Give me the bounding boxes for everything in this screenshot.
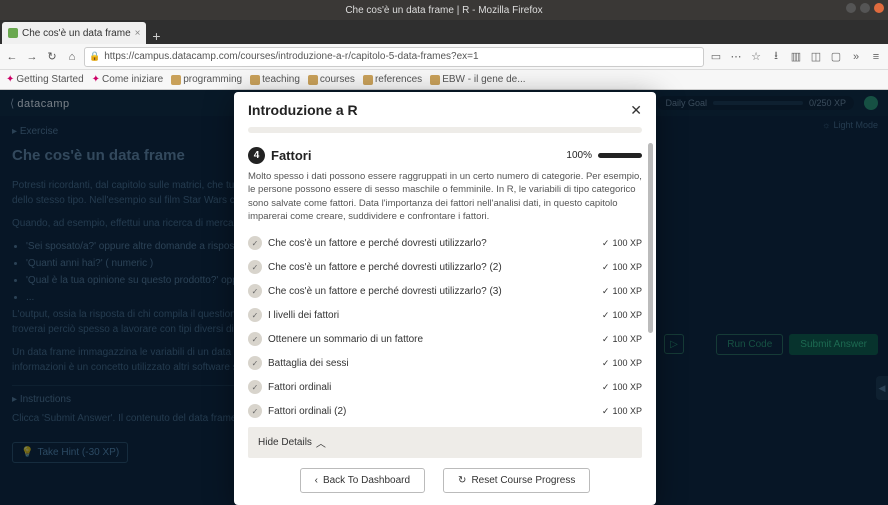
screenshot-icon[interactable]: ▢ xyxy=(828,49,844,65)
tab-title: Che cos'è un data frame xyxy=(22,28,131,39)
lesson-title: Ottenere un sommario di un fattore xyxy=(268,334,423,345)
browser-toolbar: ← → ↻ ⌂ 🔒 https://campus.datacamp.com/co… xyxy=(0,44,888,70)
modal-title: Introduzione a R xyxy=(248,102,358,118)
new-tab-button[interactable]: + xyxy=(146,28,166,44)
browser-tab-active[interactable]: Che cos'è un data frame × xyxy=(2,22,146,44)
done-icon: ✓ xyxy=(248,260,262,274)
bookmarks-bar: ✦Getting Started ✦Come iniziare programm… xyxy=(0,70,888,90)
bookmark-item[interactable]: teaching xyxy=(250,74,300,85)
done-icon: ✓ xyxy=(248,356,262,370)
lesson-xp: ✓100 XP xyxy=(602,334,642,345)
bookmark-item[interactable]: courses xyxy=(308,74,355,85)
library-icon[interactable]: ▥ xyxy=(788,49,804,65)
menu-icon[interactable]: ≡ xyxy=(868,49,884,65)
reset-course-button[interactable]: ↻ Reset Course Progress xyxy=(443,468,590,493)
section-desc: Molto spesso i dati possono essere raggr… xyxy=(248,170,642,223)
reload-button[interactable]: ↻ xyxy=(44,49,60,65)
chapter-badge: 4 xyxy=(248,147,265,164)
back-button[interactable]: ← xyxy=(4,49,20,65)
section-title: Fattori xyxy=(271,148,311,163)
lesson-title: Battaglia dei sessi xyxy=(268,358,349,369)
chevron-left-icon: ‹ xyxy=(315,475,318,486)
section-progress: 100% xyxy=(566,150,642,161)
lesson-xp: ✓100 XP xyxy=(602,262,642,273)
chevron-up-icon: ︿ xyxy=(316,435,326,450)
done-icon: ✓ xyxy=(248,332,262,346)
bookmark-item[interactable]: programming xyxy=(171,74,242,85)
lock-icon: 🔒 xyxy=(89,51,100,62)
lesson-row[interactable]: ✓ Che cos'è un fattore e perché dovresti … xyxy=(248,255,642,279)
lesson-title: Che cos'è un fattore e perché dovresti u… xyxy=(268,286,502,297)
overflow-icon[interactable]: » xyxy=(848,49,864,65)
lesson-xp: ✓100 XP xyxy=(602,406,642,417)
sidebar-icon[interactable]: ◫ xyxy=(808,49,824,65)
reset-icon: ↻ xyxy=(458,475,466,486)
lesson-row[interactable]: ✓ Che cos'è un fattore e perché dovresti … xyxy=(248,231,642,255)
page: ⟨ datacamp Daily Goal 0/250 XP ☼ Light M… xyxy=(0,90,888,505)
done-icon: ✓ xyxy=(248,236,262,250)
lesson-row[interactable]: ✓ Che cos'è un fattore e perché dovresti … xyxy=(248,279,642,303)
bookmark-item[interactable]: ✦Getting Started xyxy=(6,74,84,85)
lesson-xp: ✓100 XP xyxy=(602,310,642,321)
tab-close-icon[interactable]: × xyxy=(135,28,141,39)
reader-icon[interactable]: ▭ xyxy=(708,49,724,65)
home-button[interactable]: ⌂ xyxy=(64,49,80,65)
star-icon[interactable]: ☆ xyxy=(748,49,764,65)
url-text: https://campus.datacamp.com/courses/intr… xyxy=(104,51,478,62)
download-icon[interactable]: ⭳ xyxy=(768,49,784,65)
lesson-title: Fattori ordinali xyxy=(268,382,331,393)
lesson-xp: ✓100 XP xyxy=(602,238,642,249)
more-icon[interactable]: ⋯ xyxy=(728,49,744,65)
done-icon: ✓ xyxy=(248,308,262,322)
lesson-title: Fattori ordinali (2) xyxy=(268,406,346,417)
lesson-title: Che cos'è un fattore e perché dovresti u… xyxy=(268,238,487,249)
modal-body: 4 Fattori 100% Molto spesso i dati posso… xyxy=(234,141,656,421)
url-bar[interactable]: 🔒 https://campus.datacamp.com/courses/in… xyxy=(84,47,704,67)
lesson-row[interactable]: ✓ Ottenere un sommario di un fattore ✓100 … xyxy=(248,327,642,351)
window-maximize[interactable] xyxy=(860,3,870,13)
lesson-row[interactable]: ✓ Fattori ordinali ✓100 XP xyxy=(248,375,642,399)
done-icon: ✓ xyxy=(248,284,262,298)
hide-details-button[interactable]: Hide Details ︿ xyxy=(248,427,642,458)
close-icon[interactable]: ✕ xyxy=(630,102,642,119)
window-close[interactable] xyxy=(874,3,884,13)
done-icon: ✓ xyxy=(248,404,262,418)
scrollbar-thumb[interactable] xyxy=(648,143,653,333)
lesson-row[interactable]: ✓ Battaglia dei sessi ✓100 XP xyxy=(248,351,642,375)
lesson-xp: ✓100 XP xyxy=(602,358,642,369)
bookmark-item[interactable]: references xyxy=(363,74,422,85)
window-title: Che cos'è un data frame | R - Mozilla Fi… xyxy=(345,5,542,16)
done-icon: ✓ xyxy=(248,380,262,394)
lesson-xp: ✓100 XP xyxy=(602,286,642,297)
lesson-row[interactable]: ✓ Fattori ordinali (2) ✓100 XP xyxy=(248,399,642,421)
course-outline-modal: Introduzione a R ✕ 4 Fattori 100% Molto … xyxy=(234,92,656,505)
lesson-xp: ✓100 XP xyxy=(602,382,642,393)
os-titlebar: Che cos'è un data frame | R - Mozilla Fi… xyxy=(0,0,888,20)
back-to-dashboard-button[interactable]: ‹ Back To Dashboard xyxy=(300,468,425,493)
progress-thinbar xyxy=(248,127,642,133)
bookmark-item[interactable]: EBW - il gene de... xyxy=(430,74,525,85)
lesson-row[interactable]: ✓ I livelli dei fattori ✓100 XP xyxy=(248,303,642,327)
lesson-title: I livelli dei fattori xyxy=(268,310,339,321)
favicon xyxy=(8,28,18,38)
window-minimize[interactable] xyxy=(846,3,856,13)
forward-button[interactable]: → xyxy=(24,49,40,65)
lesson-title: Che cos'è un fattore e perché dovresti u… xyxy=(268,262,502,273)
browser-tabs: Che cos'è un data frame × + xyxy=(0,20,888,44)
bookmark-item[interactable]: ✦Come iniziare xyxy=(92,74,164,85)
